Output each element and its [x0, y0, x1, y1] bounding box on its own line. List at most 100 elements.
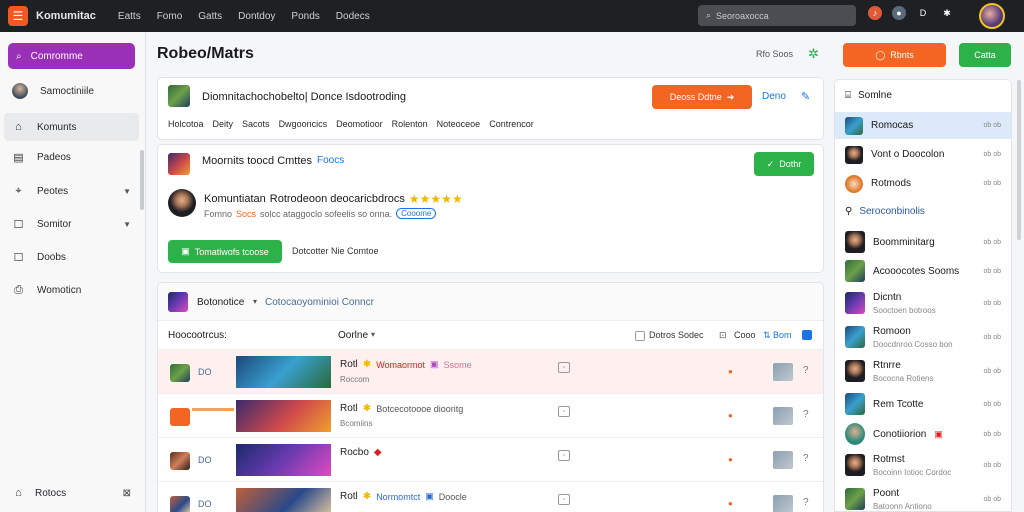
row-thumbnail[interactable]: [236, 444, 331, 476]
follow-button[interactable]: ✓ Dothr: [754, 152, 814, 176]
row-checkbox[interactable]: ▫: [558, 362, 570, 373]
row-title-text[interactable]: Rocbo: [340, 447, 369, 458]
search-input[interactable]: ⌕ Seoroaxocca: [698, 5, 856, 26]
status-icon[interactable]: ●: [892, 6, 906, 20]
author-name[interactable]: Komuntiatan: [204, 193, 266, 205]
tab[interactable]: Sacots: [242, 119, 270, 129]
summary-link[interactable]: Deno: [762, 91, 786, 102]
right-list-item[interactable]: Rotmods ob ob: [835, 170, 1011, 197]
tab[interactable]: Holcotoa: [168, 119, 204, 129]
right-panel-scrollbar[interactable]: [1017, 80, 1021, 240]
nav-item[interactable]: Dontdoy: [238, 11, 275, 22]
sidebar-item-doobs[interactable]: ☐ Doobs: [4, 243, 139, 271]
help-icon[interactable]: ?: [803, 409, 809, 420]
row-title-text[interactable]: Rotl: [340, 359, 358, 370]
sidebar-primary-button[interactable]: ⌕ Comromme: [8, 43, 135, 69]
person-item[interactable]: Rtnrre Bococna Rotiens ob ob: [835, 355, 1011, 387]
nav-item[interactable]: Ponds: [291, 11, 319, 22]
chevron-down-icon[interactable]: ▼: [123, 220, 131, 229]
chevron-down-icon[interactable]: ▾: [253, 297, 257, 306]
sidebar-item-padeos[interactable]: ▤ Padeos: [4, 143, 139, 171]
sidebar-item-womoticn[interactable]: ⎙ Womoticn: [4, 276, 139, 304]
sort-icon[interactable]: ⇅: [763, 330, 771, 341]
nav-item[interactable]: Dodecs: [336, 11, 370, 22]
chevron-down-icon[interactable]: ▾: [371, 330, 375, 339]
tab[interactable]: Rolenton: [392, 119, 428, 129]
section-title[interactable]: Seroconbinolis: [859, 206, 925, 217]
notification-icon[interactable]: ♪: [868, 6, 882, 20]
row-preview-image[interactable]: [773, 407, 793, 425]
nav-item[interactable]: Fomo: [157, 11, 183, 22]
person-item[interactable]: Rem Tcotte ob ob: [835, 390, 1011, 418]
tab[interactable]: Deomotioor: [336, 119, 383, 129]
author-avatar[interactable]: [168, 189, 196, 217]
star-icon[interactable]: ✲: [808, 46, 819, 62]
person-subtitle: Doocdnroo Cosso bon: [873, 339, 953, 349]
user-avatar[interactable]: [979, 3, 1005, 29]
table-tab-label[interactable]: Botonotice: [197, 297, 244, 308]
chevron-down-icon[interactable]: ▼: [123, 187, 131, 196]
settings-icon[interactable]: ✱: [940, 6, 954, 20]
select-checkbox[interactable]: [635, 331, 645, 341]
row-title-text[interactable]: Rotl: [340, 491, 358, 502]
person-item[interactable]: Acooocotes Sooms ob ob: [835, 257, 1011, 285]
row-thumbnail[interactable]: [236, 400, 331, 432]
tab[interactable]: Noteoceoe: [437, 119, 481, 129]
table-row[interactable]: DO Rocbo ◆ ▫ ● ?: [158, 437, 823, 481]
menu-icon[interactable]: ☰: [8, 6, 28, 26]
sidebar-scrollbar[interactable]: [140, 150, 144, 210]
row-checkbox[interactable]: ▫: [558, 450, 570, 461]
help-icon[interactable]: D: [916, 6, 930, 20]
person-item[interactable]: Conotiiorion ▣ ob ob: [835, 420, 1011, 448]
sidebar-item-komunts[interactable]: ⌂ Komunts: [4, 113, 139, 141]
person-item[interactable]: Romoon Doocdnroo Cosso bon ob ob: [835, 321, 1011, 353]
row-title-text[interactable]: Rotl: [340, 403, 358, 414]
edit-icon[interactable]: ✎: [801, 90, 810, 103]
sidebar-bottom-item[interactable]: ⌂ Rotocs ⊠: [4, 482, 139, 504]
sidebar-item-somitor[interactable]: ☐ Somitor ▼: [4, 210, 139, 238]
app-brand[interactable]: Komumitac: [36, 10, 96, 22]
right-list-item[interactable]: Romocas ob ob: [835, 112, 1011, 139]
help-icon[interactable]: ?: [803, 453, 809, 464]
summary-action-button[interactable]: Deoss Ddtne ➜: [652, 85, 752, 109]
sidebar-item-peotes[interactable]: ⌖ Peotes ▼: [4, 177, 139, 205]
tab[interactable]: Deity: [213, 119, 234, 129]
row-preview-image[interactable]: [773, 363, 793, 381]
table-row[interactable]: Rotl ✱ Botcecotoooe diooritg Bcomiins ▫ …: [158, 393, 823, 437]
person-avatar: [845, 360, 865, 382]
tab[interactable]: Dwgooncics: [279, 119, 328, 129]
nav-item[interactable]: Eatts: [118, 11, 141, 22]
person-item[interactable]: Dicntn Sooctoen botroos ob ob: [835, 287, 1011, 319]
row-preview-image[interactable]: [773, 451, 793, 469]
header-sort-column[interactable]: Oorlne: [338, 330, 368, 341]
help-icon[interactable]: ?: [803, 497, 809, 508]
table-row[interactable]: DO Rotl ✱ Womaormot ▣ Ssome Roccom ▫ ● ?: [158, 349, 823, 393]
project-subtitle[interactable]: Foocs: [317, 155, 344, 166]
person-item[interactable]: Boomminitarg ob ob: [835, 228, 1011, 256]
header-sort-label[interactable]: Bom: [773, 330, 792, 340]
header-button-label[interactable]: Cooo: [734, 330, 756, 340]
right-list-item[interactable]: Vont o Doocolon ob ob: [835, 141, 1011, 168]
header-link[interactable]: Rfo Soos: [756, 49, 793, 59]
table-row[interactable]: DO Rotl ✱ Normomtct ▣ Doocle ▫ ● ?: [158, 481, 823, 512]
help-icon[interactable]: ?: [803, 365, 809, 376]
sidebar-profile[interactable]: Samoctiniile: [4, 77, 139, 105]
secondary-action-link[interactable]: Dotcotter Nie Comtoe: [292, 246, 379, 256]
row-checkbox[interactable]: ▫: [558, 494, 570, 505]
nav-item[interactable]: Gatts: [198, 11, 222, 22]
header-green-button[interactable]: Catta: [959, 43, 1011, 67]
tab[interactable]: Contrencor: [489, 119, 534, 129]
view-toggle-icon[interactable]: [802, 330, 812, 340]
header-icon[interactable]: ⊡: [719, 330, 727, 341]
row-thumbnail[interactable]: [236, 488, 331, 512]
row-preview-image[interactable]: [773, 495, 793, 512]
person-item[interactable]: Poont Batoonn Antiono ob ob: [835, 483, 1011, 512]
table-tab-extra[interactable]: Cotocaoyominioi Conncr: [265, 297, 374, 308]
collapse-icon[interactable]: ⊠: [123, 488, 131, 499]
status-badge[interactable]: Cooome: [396, 208, 437, 219]
primary-action-button[interactable]: ▣ Tomatiwofs tcoose: [168, 240, 282, 263]
row-checkbox[interactable]: ▫: [558, 406, 570, 417]
person-item[interactable]: Rotmst Bocoinn Iotioc Cordoc ob ob: [835, 449, 1011, 481]
row-thumbnail[interactable]: [236, 356, 331, 388]
header-orange-button[interactable]: ◯ Rbnts: [843, 43, 946, 67]
